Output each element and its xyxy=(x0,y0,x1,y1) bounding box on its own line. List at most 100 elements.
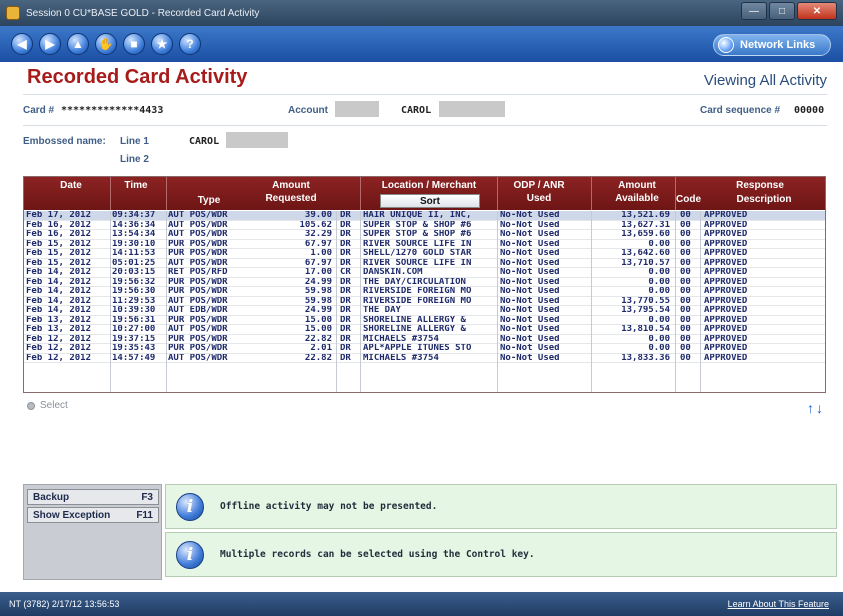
cell-odp: No-Not Used xyxy=(500,230,560,239)
table-row[interactable]: Feb 13, 2012 19:56:31 PUR POS/WDR 15.00 DR SH… xyxy=(24,315,825,325)
header-divider xyxy=(110,177,111,210)
cell-merchant: THE DAY xyxy=(363,306,401,315)
table-row[interactable]: Feb 14, 2012 11:29:53 AUT POS/WDR 59.98 DR RI… xyxy=(24,296,825,306)
cell-merchant: RIVER SOURCE LIFE IN xyxy=(363,239,472,249)
title-bar: Session 0 CU*BASE GOLD - Recorded Card A… xyxy=(0,0,843,26)
table-row[interactable]: Feb 14, 2012 19:56:32 PUR POS/WDR 24.99 DR TH… xyxy=(24,277,825,287)
sort-button[interactable]: Sort xyxy=(380,194,480,208)
divider xyxy=(23,94,827,95)
forward-icon[interactable]: ▶ xyxy=(39,33,61,55)
col-available-line2: Available xyxy=(615,193,659,204)
col-odp-line1[interactable]: ODP / ANR xyxy=(500,180,578,191)
table-row[interactable]: Feb 16, 2012 14:36:34 AUT POS/WDR 105.62 DR S… xyxy=(24,220,825,230)
cell-time: 19:37:15 xyxy=(112,334,156,344)
col-amount-requested-line1[interactable]: Amount xyxy=(256,180,326,191)
cell-merchant: HAIR UNIQUE II, INC, xyxy=(363,211,472,220)
table-row[interactable]: Feb 12, 2012 19:35:43 PUR POS/WDR 2.01 DR APL… xyxy=(24,344,825,354)
info-message: i Multiple records can be selected using… xyxy=(165,532,837,577)
status-bar: NT (3782) 2/17/12 13:56:53 Learn About T… xyxy=(0,592,843,616)
col-type[interactable]: Type xyxy=(184,195,234,206)
select-label: Select xyxy=(40,400,68,411)
header-divider xyxy=(497,177,498,210)
backup-button[interactable]: Backup F3 xyxy=(27,489,159,505)
table-row[interactable]: Feb 14, 2012 19:56:30 PUR POS/WDR 59.98 DR RI… xyxy=(24,287,825,297)
col-time[interactable]: Time xyxy=(116,180,156,191)
table-row[interactable]: Feb 16, 2012 13:54:34 AUT POS/WDR 32.29 DR SU… xyxy=(24,230,825,240)
col-date[interactable]: Date xyxy=(36,180,106,191)
maximize-icon[interactable]: □ xyxy=(769,2,795,20)
cell-available: 0.00 xyxy=(648,268,670,277)
col-description[interactable]: Description xyxy=(704,194,824,205)
cell-time: 19:56:32 xyxy=(112,277,156,287)
cell-description: APPROVED xyxy=(704,296,748,306)
table-row[interactable]: Feb 12, 2012 19:37:15 PUR POS/WDR 22.82 DR MI… xyxy=(24,334,825,344)
cell-available: 13,810.54 xyxy=(621,325,670,334)
col-code[interactable]: Code xyxy=(676,194,701,205)
cell-available: 13,627.31 xyxy=(621,220,670,230)
table-row[interactable]: Feb 15, 2012 19:30:10 PUR POS/WDR 67.97 DR RI… xyxy=(24,239,825,249)
cell-code: 00 xyxy=(680,249,691,258)
cell-code: 00 xyxy=(680,258,691,268)
table-row[interactable]: Feb 14, 2012 20:03:15 RET POS/RFD 17.00 CR DA… xyxy=(24,268,825,278)
cell-drcr: DR xyxy=(340,249,351,258)
header-divider xyxy=(360,177,361,210)
cell-description: APPROVED xyxy=(704,249,748,258)
cell-odp: No-Not Used xyxy=(500,220,560,230)
cell-type: AUT POS/WDR xyxy=(168,353,228,363)
cell-available: 0.00 xyxy=(648,344,670,353)
column-divider xyxy=(360,211,361,392)
cell-drcr: DR xyxy=(340,353,351,363)
session-status: NT (3782) 2/17/12 13:56:53 xyxy=(9,599,120,609)
col-location-merchant[interactable]: Location / Merchant xyxy=(364,180,494,191)
cell-description: APPROVED xyxy=(704,306,748,315)
select-option[interactable]: Select xyxy=(27,400,68,411)
table-row[interactable]: Feb 13, 2012 10:27:00 AUT POS/WDR 15.00 DR SH… xyxy=(24,325,825,335)
cell-merchant: RIVERSIDE FOREIGN MO xyxy=(363,296,472,306)
cell-date: Feb 14, 2012 xyxy=(26,277,92,287)
back-icon[interactable]: ◀ xyxy=(11,33,33,55)
cell-date: Feb 12, 2012 xyxy=(26,344,92,353)
cell-odp: No-Not Used xyxy=(500,258,560,268)
cell-type: AUT POS/WDR xyxy=(168,325,228,334)
cell-drcr: DR xyxy=(340,315,351,325)
network-links-button[interactable]: Network Links xyxy=(713,34,831,56)
cell-type: PUR POS/WDR xyxy=(168,239,228,249)
cell-merchant: MICHAELS #3754 xyxy=(363,334,439,344)
cell-code: 00 xyxy=(680,277,691,287)
cell-type: PUR POS/WDR xyxy=(168,344,228,353)
table-row[interactable]: Feb 14, 2012 10:39:30 AUT EDB/WDR 24.99 DR TH… xyxy=(24,306,825,316)
learn-about-link[interactable]: Learn About This Feature xyxy=(728,599,829,609)
minimize-icon[interactable]: — xyxy=(741,2,767,20)
col-available-line1[interactable]: Amount xyxy=(602,180,672,191)
cell-drcr: CR xyxy=(340,268,351,277)
help-icon[interactable]: ? xyxy=(179,33,201,55)
network-links-label: Network Links xyxy=(740,39,816,51)
cell-amount: 59.98 xyxy=(304,287,332,296)
cell-merchant: APL*APPLE ITUNES STO xyxy=(363,344,472,353)
cell-type: PUR POS/WDR xyxy=(168,249,228,258)
col-response[interactable]: Response xyxy=(696,180,824,191)
close-icon[interactable]: ✕ xyxy=(797,2,837,20)
cell-date: Feb 14, 2012 xyxy=(26,287,92,296)
hand-icon[interactable]: ✋ xyxy=(95,33,117,55)
scroll-arrows-icon[interactable]: ↑↓ xyxy=(807,400,825,416)
header-divider xyxy=(675,177,676,210)
column-divider xyxy=(110,211,111,392)
cell-odp: No-Not Used xyxy=(500,287,560,296)
cell-code: 00 xyxy=(680,315,691,325)
cell-merchant: RIVER SOURCE LIFE IN xyxy=(363,258,472,268)
show-exception-label: Show Exception xyxy=(33,509,111,521)
select-radio-icon[interactable] xyxy=(27,401,35,410)
table-row[interactable]: Feb 15, 2012 14:11:53 PUR POS/WDR 1.00 DR SHE… xyxy=(24,249,825,259)
show-exception-button[interactable]: Show Exception F11 xyxy=(27,507,159,523)
table-row[interactable]: Feb 17, 2012 09:34:37 AUT POS/WDR 39.00 DR HA… xyxy=(24,211,825,221)
home-icon[interactable]: ■ xyxy=(123,33,145,55)
up-icon[interactable]: ▲ xyxy=(67,33,89,55)
cell-drcr: DR xyxy=(340,239,351,249)
card-number: *************4433 xyxy=(61,105,164,116)
cell-time: 19:56:31 xyxy=(112,315,156,325)
star-icon[interactable]: ★ xyxy=(151,33,173,55)
cell-available: 13,642.60 xyxy=(621,249,670,258)
table-row[interactable]: Feb 12, 2012 14:57:49 AUT POS/WDR 22.82 DR MI… xyxy=(24,353,825,363)
table-row[interactable]: Feb 15, 2012 05:01:25 AUT POS/WDR 67.97 DR RI… xyxy=(24,258,825,268)
